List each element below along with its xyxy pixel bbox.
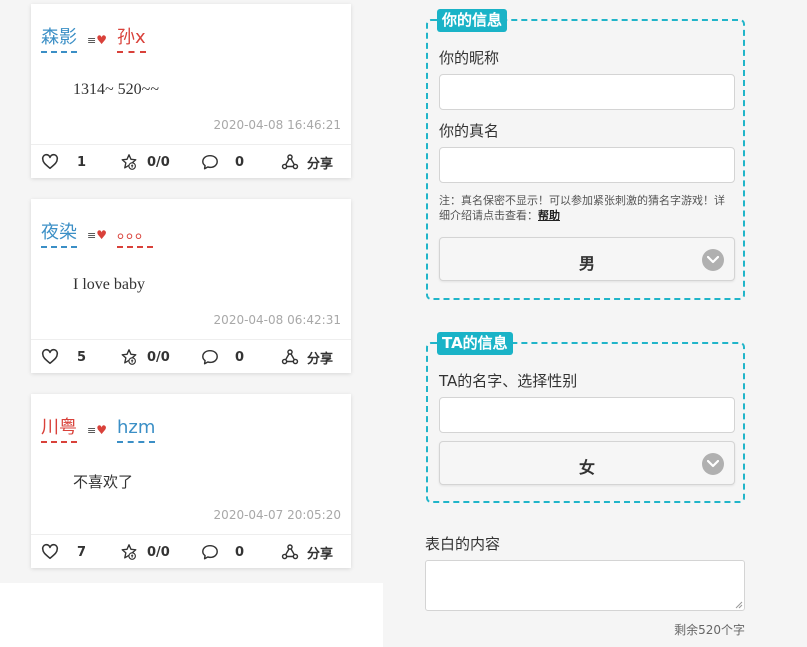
share-label: 分享: [307, 546, 334, 562]
post-time: 2020-04-07 20:05:20: [213, 508, 341, 522]
comment-icon: [201, 543, 219, 561]
chevron-down-icon: [702, 453, 724, 475]
like-count: 7: [77, 544, 87, 560]
ta-name-label: TA的名字、选择性别: [439, 372, 578, 390]
gift-count: 0/0: [147, 349, 170, 365]
ta-gender-select[interactable]: 女: [439, 441, 735, 485]
realname-note-text: 注：真名保密不显示！可以参加紧张刺激的猜名字游戏！详细介绍请点击查看：: [439, 194, 725, 222]
comment-button[interactable]: 0: [201, 340, 244, 374]
your-gender-value: 男: [578, 254, 595, 273]
post-actions: 5 0/0 0 分享: [31, 339, 351, 373]
post-actions: 7 0/0 0 分享: [31, 534, 351, 568]
confession-label: 表白的内容: [425, 535, 501, 553]
nickname-input[interactable]: [439, 74, 735, 110]
heart-icon: [41, 153, 59, 171]
chevron-down-icon: [702, 249, 724, 271]
comment-count: 0: [235, 544, 245, 560]
post-card: 森影 ≡ ♥ 孙x 1314~ 520~~ 2020-04-08 16:46:21…: [31, 4, 351, 178]
your-info-section: 你的信息 你的昵称 你的真名 注：真名保密不显示！可以参加紧张刺激的猜名字游戏！…: [426, 9, 745, 300]
share-icon: [281, 348, 299, 366]
realname-note: 注：真名保密不显示！可以参加紧张刺激的猜名字游戏！详细介绍请点击查看：帮助: [439, 193, 729, 223]
post-message: I love baby: [73, 276, 145, 293]
comment-count: 0: [235, 349, 245, 365]
gift-button[interactable]: 0/0: [120, 145, 170, 179]
post-time: 2020-04-08 06:42:31: [213, 313, 341, 327]
post-time: 2020-04-08 16:46:21: [213, 118, 341, 132]
comment-button[interactable]: 0: [201, 145, 244, 179]
help-link[interactable]: 帮助: [538, 209, 560, 222]
like-button[interactable]: 1: [41, 145, 86, 179]
gift-icon: [120, 348, 138, 366]
comment-count: 0: [235, 154, 245, 170]
loves-icon: ≡ ♥: [87, 228, 107, 242]
resize-handle-icon[interactable]: [734, 600, 743, 609]
share-label: 分享: [307, 351, 334, 367]
post-header: 森影 ≡ ♥ 孙x: [41, 27, 146, 53]
loves-icon: ≡ ♥: [87, 423, 107, 437]
post-message: 1314~ 520~~: [73, 81, 159, 98]
gift-count: 0/0: [147, 544, 170, 560]
realname-input[interactable]: [439, 147, 735, 183]
ta-gender-value: 女: [578, 458, 595, 477]
like-count: 5: [77, 349, 87, 365]
comment-icon: [201, 348, 219, 366]
post-actions: 1 0/0 0 分享: [31, 144, 351, 178]
ta-info-section: TA的信息 TA的名字、选择性别 女: [426, 332, 745, 503]
comment-button[interactable]: 0: [201, 535, 244, 569]
page-footer-area: [0, 583, 383, 647]
gift-button[interactable]: 0/0: [120, 535, 170, 569]
post-card: 夜染 ≡ ♥ 。。。 I love baby 2020-04-08 06:42:3…: [31, 199, 351, 373]
gift-icon: [120, 543, 138, 561]
your-info-legend: 你的信息: [437, 9, 508, 32]
like-count: 1: [77, 154, 87, 170]
share-button[interactable]: 分享: [281, 145, 333, 179]
nickname-label: 你的昵称: [439, 49, 500, 67]
share-button[interactable]: 分享: [281, 340, 333, 374]
loves-icon: ≡ ♥: [87, 33, 107, 47]
ta-info-legend: TA的信息: [437, 332, 513, 355]
heart-icon: [41, 543, 59, 561]
share-icon: [281, 153, 299, 171]
comment-icon: [201, 153, 219, 171]
from-name[interactable]: 森影: [41, 27, 77, 53]
from-name[interactable]: 川粤: [41, 417, 77, 443]
post-message: 不喜欢了: [73, 473, 134, 491]
share-label: 分享: [307, 156, 334, 172]
post-card: 川粤 ≡ ♥ hzm 不喜欢了 2020-04-07 20:05:20 7 0/0…: [31, 394, 351, 568]
like-button[interactable]: 7: [41, 535, 86, 569]
share-button[interactable]: 分享: [281, 535, 333, 569]
post-header: 夜染 ≡ ♥ 。。。: [41, 222, 153, 248]
your-gender-select[interactable]: 男: [439, 237, 735, 281]
remaining-count: 剩余520个字: [674, 623, 745, 637]
share-icon: [281, 543, 299, 561]
from-name[interactable]: 夜染: [41, 222, 77, 248]
gift-count: 0/0: [147, 154, 170, 170]
post-header: 川粤 ≡ ♥ hzm: [41, 417, 156, 443]
like-button[interactable]: 5: [41, 340, 86, 374]
gift-icon: [120, 153, 138, 171]
to-name[interactable]: hzm: [116, 417, 156, 443]
heart-icon: [41, 348, 59, 366]
ta-name-input[interactable]: [439, 397, 735, 433]
to-name[interactable]: 孙x: [116, 27, 146, 53]
to-name[interactable]: 。。。: [116, 222, 153, 248]
realname-label: 你的真名: [439, 122, 500, 140]
confession-textarea[interactable]: [425, 560, 745, 611]
gift-button[interactable]: 0/0: [120, 340, 170, 374]
